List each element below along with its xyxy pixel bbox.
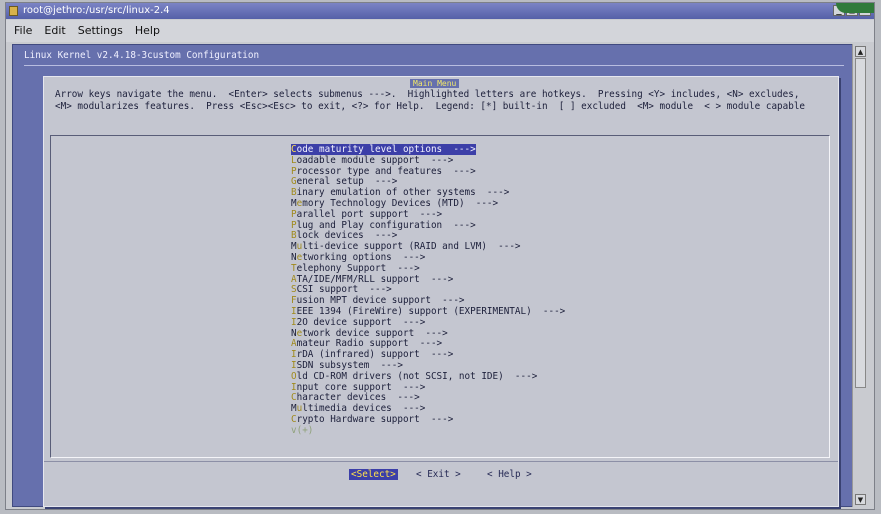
menu-item-label: Amateur Radio support ---> [291, 338, 442, 349]
menu-edit[interactable]: Edit [38, 20, 71, 42]
menu-item-label: ISDN subsystem ---> [291, 360, 403, 371]
menu-item-text: oadable module support ---> [296, 154, 454, 166]
menu-item-label: Loadable module support ---> [291, 155, 453, 166]
menu-item-text: haracter devices ---> [296, 392, 420, 404]
menu-item-label: Character devices ---> [291, 392, 420, 403]
menu-item-text: inary emulation of other systems ---> [296, 187, 510, 199]
config-header: Linux Kernel v2.4.18-3custom Configurati… [24, 50, 260, 61]
menu-item-text: SDN subsystem ---> [296, 359, 403, 371]
terminal-window: root@jethro:/usr/src/linux-2.4 _ □ X Fil… [5, 2, 875, 510]
menu-item-label: Old CD-ROM drivers (not SCSI, not IDE) -… [291, 371, 537, 382]
menu-item-label: Parallel port support ---> [291, 209, 442, 220]
menu-settings[interactable]: Settings [72, 20, 129, 42]
menu-item-label: General setup ---> [291, 176, 397, 187]
menu-item-label: Binary emulation of other systems ---> [291, 187, 509, 198]
select-button[interactable]: <Select> [349, 469, 398, 480]
terminal-scrollbar[interactable]: ▲ ▼ [852, 44, 868, 507]
menu-box: Code maturity level options ---> Loadable… [50, 135, 830, 458]
terminal-app-icon [9, 6, 18, 16]
menu-item-label: IrDA (infrared) support ---> [291, 349, 453, 360]
menu-item-text: ltimedia devices ---> [302, 403, 426, 415]
menu-item-text: CSI support ---> [296, 284, 392, 296]
help-text-line-2: <M> modularizes features. Press <Esc><Es… [55, 101, 806, 112]
scroll-up-icon[interactable]: ▲ [855, 46, 866, 57]
menu-item-text: usion MPT device support ---> [296, 295, 465, 307]
more-items-indicator: v(+) [291, 424, 314, 436]
menu-item-text: lug and Play configuration ---> [296, 219, 476, 231]
dialog-title: Main Menu [410, 79, 460, 88]
menu-help[interactable]: Help [129, 20, 166, 42]
help-text-line-1: Arrow keys navigate the menu. <Enter> se… [55, 89, 800, 100]
menu-item-label: IEEE 1394 (FireWire) support (EXPERIMENT… [291, 306, 565, 317]
menu-item-text: lock devices ---> [296, 230, 398, 242]
menu-item-text: nput core support ---> [296, 381, 426, 393]
menu-item-text: TA/IDE/MFM/RLL support ---> [296, 273, 454, 285]
menu-item-label: Network device support ---> [291, 328, 448, 339]
menu-item-text: mateur Radio support ---> [296, 338, 443, 350]
corner-badge [836, 3, 874, 13]
scroll-thumb[interactable] [855, 58, 866, 388]
menu-item-label: SCSI support ---> [291, 284, 392, 295]
menu-item-text: ld CD-ROM drivers (not SCSI, not IDE) --… [296, 370, 538, 382]
menu-item-text: ode maturity level options ---> [296, 144, 476, 155]
menu-item-text: arallel port support ---> [296, 208, 443, 220]
button-divider [44, 461, 838, 462]
menu-item-label: Crypto Hardware support ---> [291, 414, 453, 425]
window-titlebar[interactable]: root@jethro:/usr/src/linux-2.4 _ □ X [6, 3, 874, 19]
menu-item-text: eneral setup ---> [296, 176, 398, 188]
menu-item-label: ATA/IDE/MFM/RLL support ---> [291, 274, 453, 285]
menu-item-text: EEE 1394 (FireWire) support (EXPERIMENTA… [296, 305, 566, 317]
menubar: File Edit Settings Help [6, 20, 874, 42]
menu-item-text: lti-device support (RAID and LVM) ---> [302, 241, 521, 253]
menu-item-label: Processor type and features ---> [291, 166, 476, 177]
menu-list: Code maturity level options ---> Loadable… [291, 144, 565, 437]
menu-item-label: Block devices ---> [291, 230, 397, 241]
menu-item-text: rDA (infrared) support ---> [296, 349, 454, 361]
help-button[interactable]: < Help > [487, 469, 532, 480]
menu-item-text: twork device support ---> [302, 327, 448, 339]
menu-file[interactable]: File [6, 20, 38, 42]
menu-item-text: elephony Support ---> [296, 262, 420, 274]
menu-item-text: tworking options ---> [302, 251, 426, 263]
menu-item-label: Input core support ---> [291, 382, 425, 393]
menu-item-label: Networking options ---> [291, 252, 425, 263]
menu-item-label: Memory Technology Devices (MTD) ---> [291, 198, 498, 209]
menu-item-label: Multimedia devices ---> [291, 403, 425, 414]
menu-item-label: Plug and Play configuration ---> [291, 220, 476, 231]
menu-item-text: rocessor type and features ---> [296, 165, 476, 177]
exit-button[interactable]: < Exit > [416, 469, 461, 480]
window-title: root@jethro:/usr/src/linux-2.4 [23, 5, 170, 16]
menu-item-text: 2O device support ---> [296, 316, 426, 328]
menu-item-label: Fusion MPT device support ---> [291, 295, 465, 306]
menu-item-label: I2O device support ---> [291, 317, 425, 328]
header-divider [24, 65, 844, 66]
menu-item-label: Multi-device support (RAID and LVM) ---> [291, 241, 521, 252]
menu-item-text: rypto Hardware support ---> [296, 413, 454, 425]
terminal-area[interactable]: Linux Kernel v2.4.18-3custom Configurati… [12, 44, 853, 507]
menu-item-text: mory Technology Devices (MTD) ---> [302, 197, 499, 209]
scroll-down-icon[interactable]: ▼ [855, 494, 866, 505]
menu-item-label: Code maturity level options ---> [291, 144, 476, 155]
menu-item[interactable]: Crypto Hardware support ---> [291, 414, 565, 426]
main-menu-dialog: Main Menu Arrow keys navigate the menu. … [43, 76, 839, 507]
menu-item-label: Telephony Support ---> [291, 263, 420, 274]
